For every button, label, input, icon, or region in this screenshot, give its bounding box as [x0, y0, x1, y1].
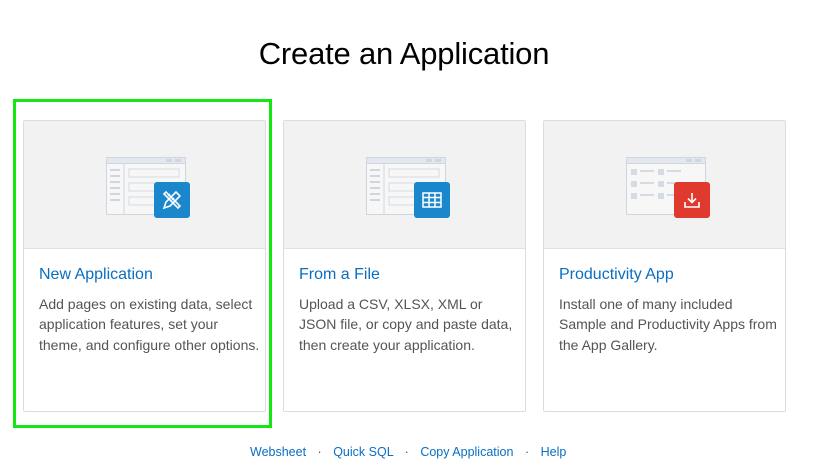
card-thumbnail [284, 121, 525, 249]
help-link[interactable]: Help [541, 445, 567, 459]
card-title[interactable]: New Application [39, 266, 153, 284]
card-title[interactable]: From a File [299, 266, 380, 284]
copy-application-link[interactable]: Copy Application [420, 445, 513, 459]
card-thumbnail [24, 121, 265, 249]
card-description: Add pages on existing data, select appli… [39, 296, 260, 353]
card-description: Install one of many included Sample and … [559, 296, 777, 353]
from-a-file-card[interactable]: From a File Upload a CSV, XLSX, XML or J… [283, 120, 526, 412]
page-title: Create an Application [258, 36, 550, 71]
websheet-link[interactable]: Websheet [250, 445, 306, 459]
table-grid-icon [414, 182, 450, 218]
footer-links: Websheet · Quick SQL · Copy Application … [250, 445, 566, 459]
link-separator: · [404, 445, 409, 459]
new-application-card[interactable]: New Application Add pages on existing da… [23, 120, 266, 412]
quick-sql-link[interactable]: Quick SQL [333, 445, 393, 459]
productivity-app-card[interactable]: Productivity App Install one of many inc… [543, 120, 786, 412]
pencil-ruler-icon [154, 182, 190, 218]
link-separator: · [317, 445, 322, 459]
link-separator: · [524, 445, 530, 459]
card-thumbnail [544, 121, 785, 249]
card-title[interactable]: Productivity App [559, 266, 674, 284]
card-description: Upload a CSV, XLSX, XML or JSON file, or… [299, 296, 513, 353]
download-icon [674, 182, 710, 218]
